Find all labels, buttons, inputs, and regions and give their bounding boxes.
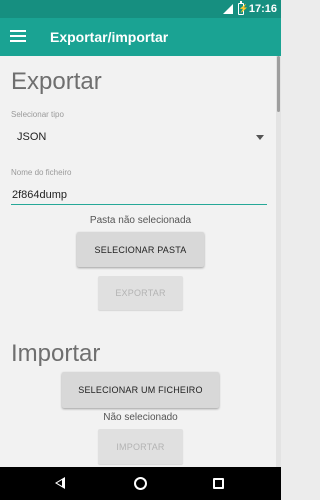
file-status-text: Não selecionado xyxy=(103,412,178,423)
export-button[interactable]: EXPORTAR xyxy=(98,276,183,310)
recents-icon[interactable] xyxy=(213,478,224,489)
app-bar: Exportar/importar xyxy=(0,18,281,56)
import-section-title: Importar xyxy=(11,340,101,367)
back-icon[interactable] xyxy=(55,477,65,489)
type-select-value: JSON xyxy=(17,131,47,143)
select-folder-button[interactable]: SELECIONAR PASTA xyxy=(77,232,204,267)
signal-icon xyxy=(222,4,233,14)
status-bar: ⚡ 17:16 xyxy=(0,0,281,18)
menu-icon[interactable] xyxy=(10,28,28,46)
select-file-button[interactable]: SELECIONAR UM FICHEIRO xyxy=(62,372,219,408)
app-title: Exportar/importar xyxy=(50,29,169,45)
navigation-bar xyxy=(0,467,281,500)
status-time: 17:16 xyxy=(248,3,277,15)
export-section-title: Exportar xyxy=(11,68,102,95)
battery-icon: ⚡ xyxy=(237,1,249,15)
folder-status-text: Pasta não selecionada xyxy=(89,215,192,226)
type-select-label: Selecionar tipo xyxy=(11,110,64,119)
import-button[interactable]: IMPORTAR xyxy=(98,429,183,464)
filename-input[interactable] xyxy=(11,187,267,205)
scrollbar-thumb[interactable] xyxy=(277,56,280,112)
dropdown-arrow-icon xyxy=(256,135,264,140)
main-content: Exportar Selecionar tipo JSON Nome do fi… xyxy=(0,56,276,467)
filename-label: Nome do ficheiro xyxy=(11,168,72,177)
home-icon[interactable] xyxy=(134,477,147,490)
scrollbar[interactable] xyxy=(276,56,281,467)
type-select[interactable]: JSON xyxy=(11,126,268,150)
